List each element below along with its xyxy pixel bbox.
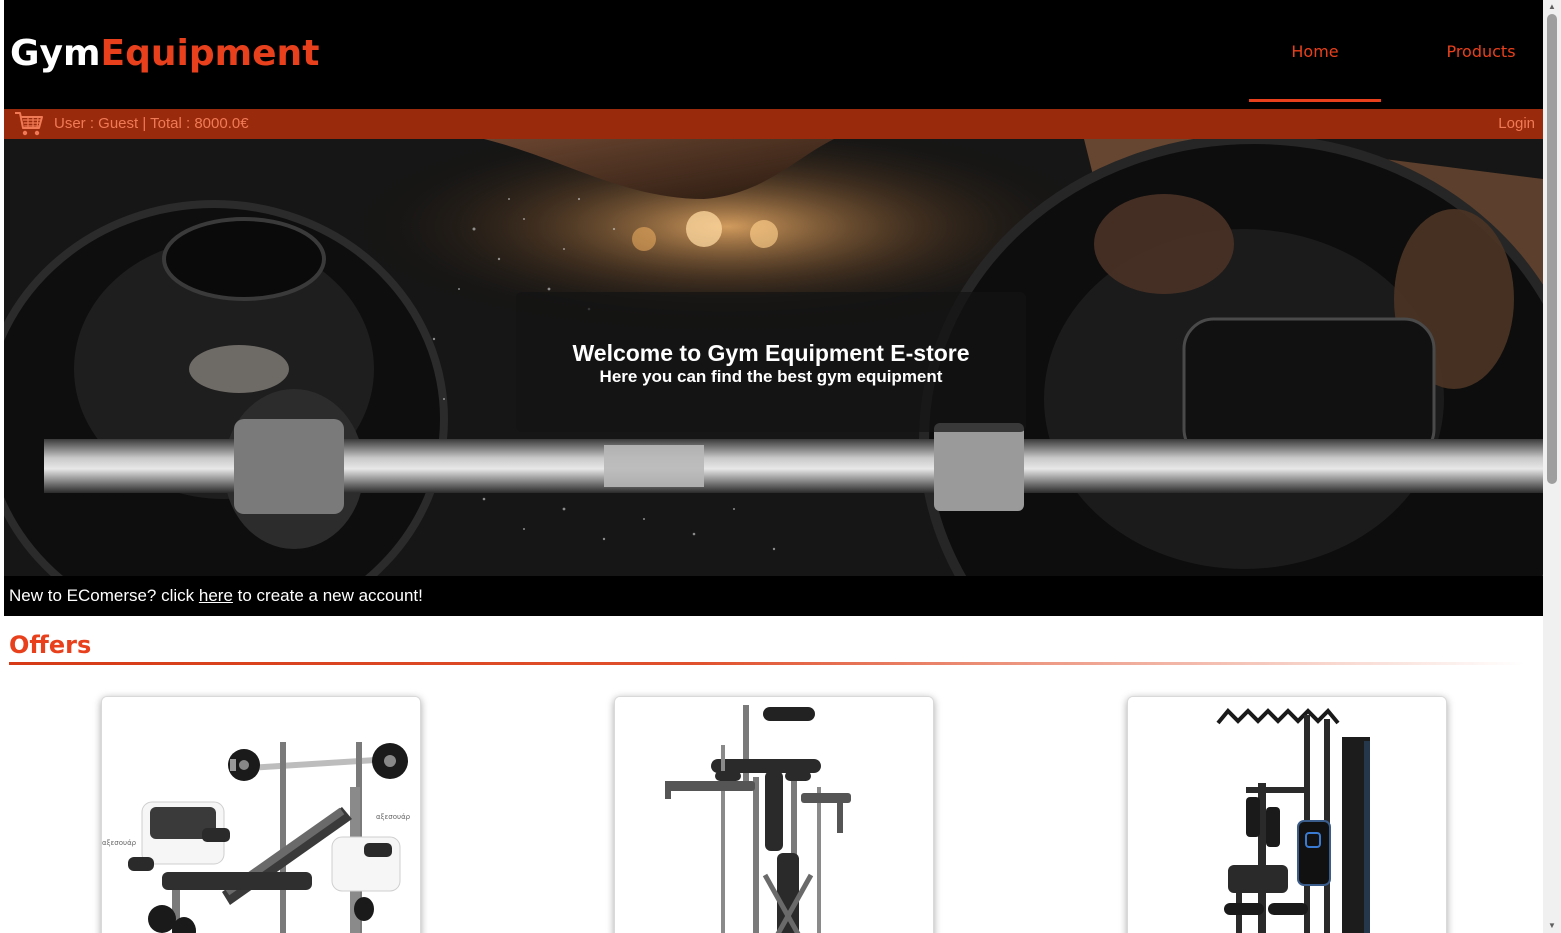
product-card[interactable] bbox=[614, 696, 934, 933]
nav-home-label: Home bbox=[1291, 42, 1339, 61]
logo-equipment-text: Equipment bbox=[100, 33, 320, 74]
signup-suffix: to create a new account! bbox=[232, 586, 423, 605]
scroll-down-arrow-icon[interactable]: ▼ bbox=[1547, 921, 1557, 931]
offers-divider bbox=[9, 662, 1524, 665]
hero-subtitle: Here you can find the best gym equipment bbox=[599, 367, 943, 386]
signup-text: New to EComerse? click here to create a … bbox=[9, 576, 423, 616]
logo-gym-text: Gym bbox=[10, 33, 101, 74]
vertical-scrollbar[interactable]: ▲ ▼ bbox=[1543, 0, 1561, 933]
weight-bench-with-barbell-image: αξεσουάρ αξεσουάρ bbox=[102, 697, 420, 933]
shopping-cart-icon[interactable] bbox=[14, 111, 44, 137]
user-status-text: User : Guest | Total : 8000.0€ bbox=[54, 115, 249, 132]
user-bar: User : Guest | Total : 8000.0€ Login bbox=[4, 109, 1543, 139]
home-gym-machine-image bbox=[1128, 697, 1446, 933]
site-logo[interactable]: GymEquipment bbox=[10, 28, 319, 80]
signup-strip: New to EComerse? click here to create a … bbox=[4, 576, 1543, 616]
power-tower-station-image bbox=[615, 697, 933, 933]
accessory-label-left: αξεσουάρ bbox=[102, 839, 137, 847]
product-card[interactable] bbox=[1127, 696, 1447, 933]
hero-banner: Welcome to Gym Equipment E-store Here yo… bbox=[4, 139, 1543, 576]
login-link[interactable]: Login bbox=[1498, 109, 1535, 139]
welcome-box: Welcome to Gym Equipment E-store Here yo… bbox=[516, 292, 1026, 432]
hero-title: Welcome to Gym Equipment E-store bbox=[572, 340, 970, 366]
scrollbar-thumb[interactable] bbox=[1547, 14, 1557, 484]
scroll-up-arrow-icon[interactable]: ▲ bbox=[1547, 2, 1557, 12]
nav-products[interactable]: Products bbox=[1416, 32, 1543, 102]
nav-active-underline bbox=[1249, 99, 1381, 102]
accessory-label-right: αξεσουάρ bbox=[376, 813, 411, 821]
nav-products-label: Products bbox=[1446, 42, 1516, 61]
site-header: GymEquipment Home Products bbox=[4, 0, 1543, 109]
offers-heading: Offers bbox=[9, 631, 92, 659]
nav-home[interactable]: Home bbox=[1249, 32, 1381, 102]
page: GymEquipment Home Products User: Guest … bbox=[0, 0, 1561, 933]
signup-link[interactable]: here bbox=[199, 586, 233, 605]
main-content: GymEquipment Home Products User: Guest … bbox=[4, 0, 1543, 933]
product-card[interactable]: αξεσουάρ αξεσουάρ bbox=[101, 696, 421, 933]
signup-prefix: New to EComerse? click bbox=[9, 586, 199, 605]
